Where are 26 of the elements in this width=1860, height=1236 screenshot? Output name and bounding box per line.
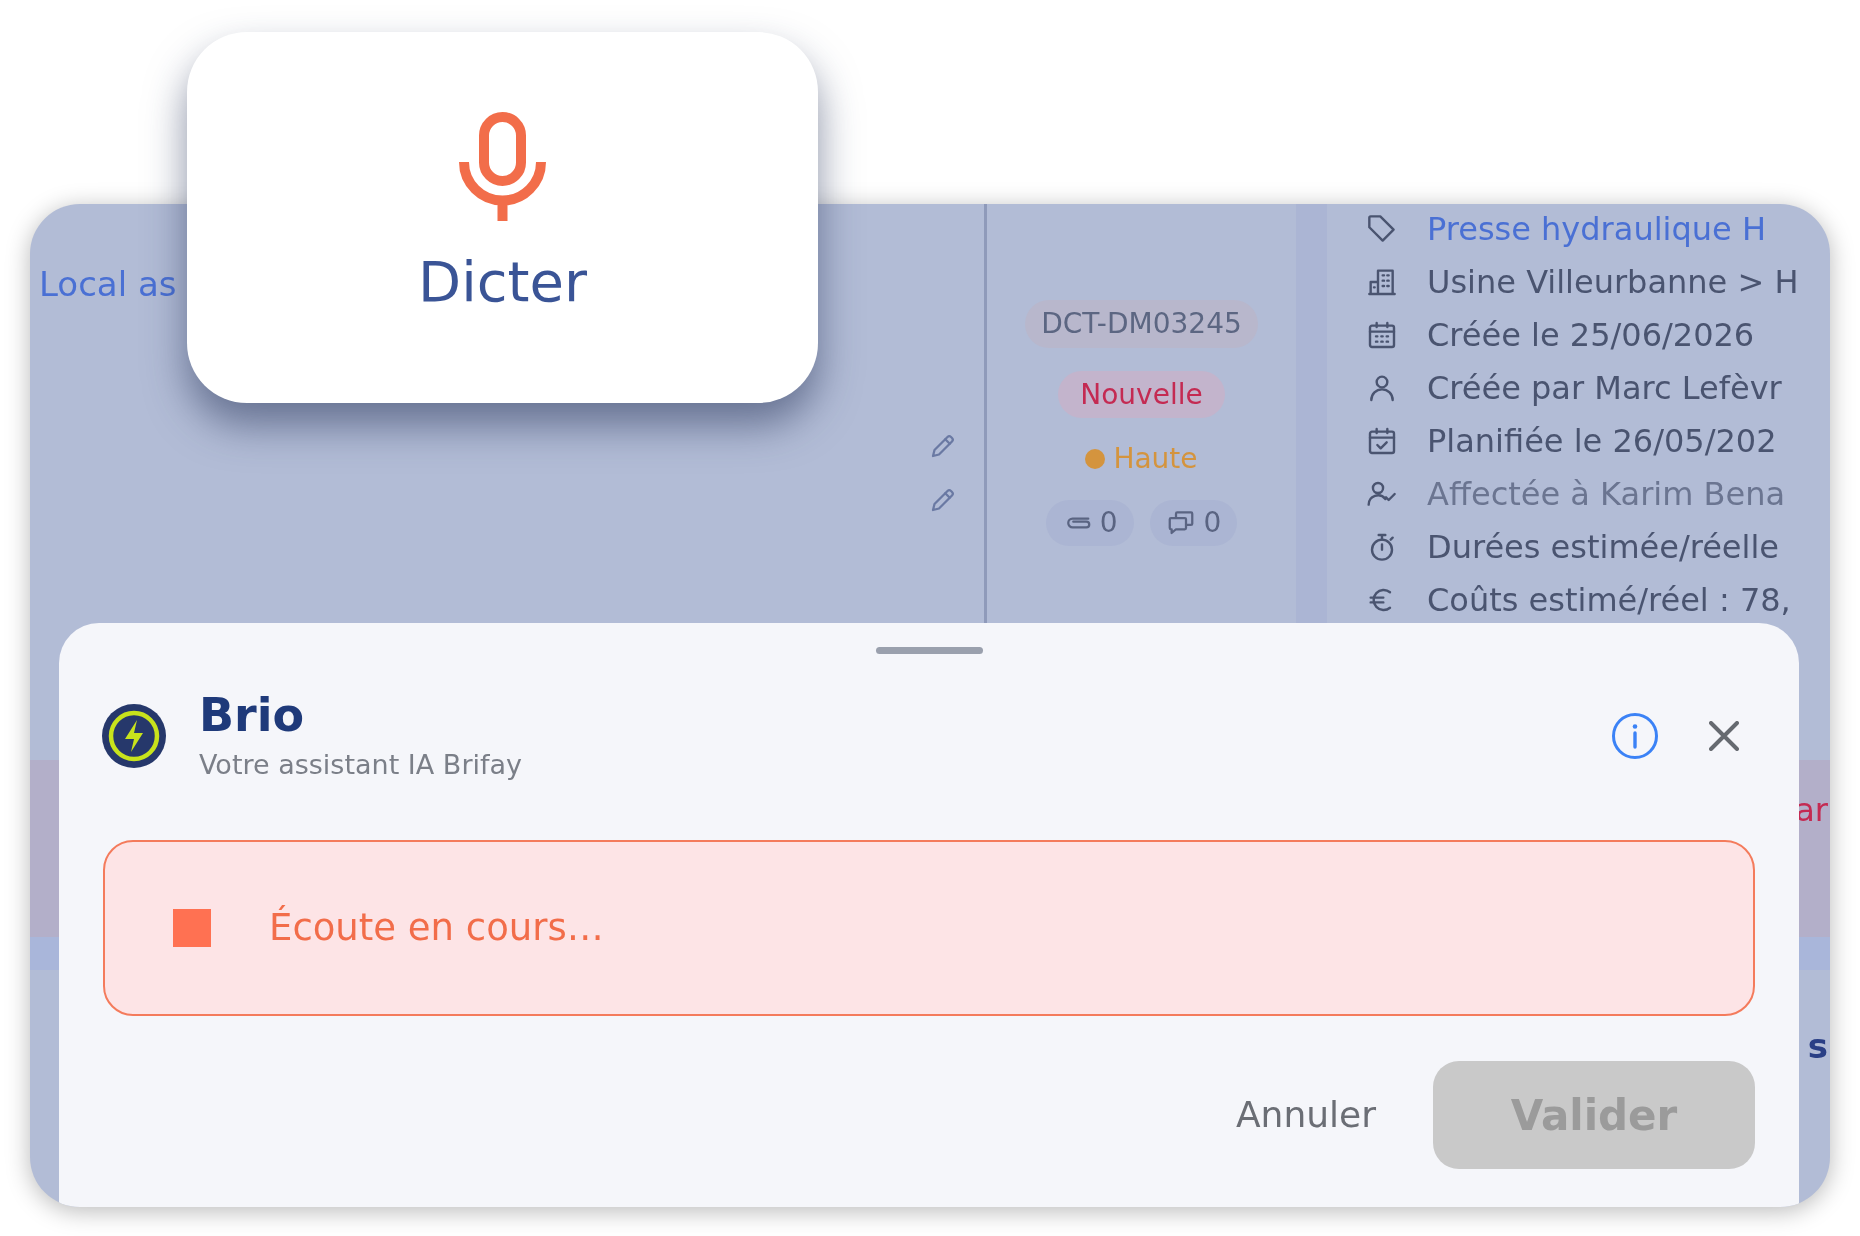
counter-value: 0	[1099, 505, 1118, 541]
info-icon[interactable]	[1611, 712, 1659, 760]
priority-dot-icon	[1085, 449, 1106, 469]
lightning-logo-icon	[101, 703, 167, 769]
assistant-subtitle: Votre assistant IA Brifay	[199, 748, 522, 782]
close-icon[interactable]	[1709, 721, 1739, 751]
dictate-button[interactable]: Dicter	[187, 32, 818, 403]
detail-text: Planifiée le 26/05/202	[1427, 420, 1777, 461]
link[interactable]: Local as	[39, 264, 177, 304]
detail-text: Durées estimée/réelle	[1427, 526, 1779, 567]
counter-value: 0	[1203, 505, 1222, 541]
tag-icon	[1366, 212, 1398, 245]
detail-text: Coûts estimé/réel : 78,	[1427, 579, 1791, 620]
detail-text: Créée par Marc Lefèvr	[1427, 367, 1782, 408]
priority-label: Haute	[1113, 441, 1198, 477]
drag-handle[interactable]	[875, 647, 983, 654]
section-heading: s	[1807, 1026, 1828, 1066]
listening-status: Écoute en cours…	[269, 904, 604, 952]
detail-text: Usine Villeurbanne > H	[1427, 261, 1799, 302]
equipment-link[interactable]: Presse hydraulique H	[1427, 208, 1766, 249]
status-badge: Nouvelle	[1058, 371, 1225, 418]
detail-text: Affectée à Karim Bena	[1427, 473, 1786, 514]
reference-badge: DCT-DM03245	[1025, 300, 1258, 348]
detail-text: Créée le 25/06/2026	[1427, 314, 1755, 355]
cancel-button[interactable]: Annuler	[1235, 1088, 1376, 1142]
assistant-title: Brio	[199, 690, 305, 741]
